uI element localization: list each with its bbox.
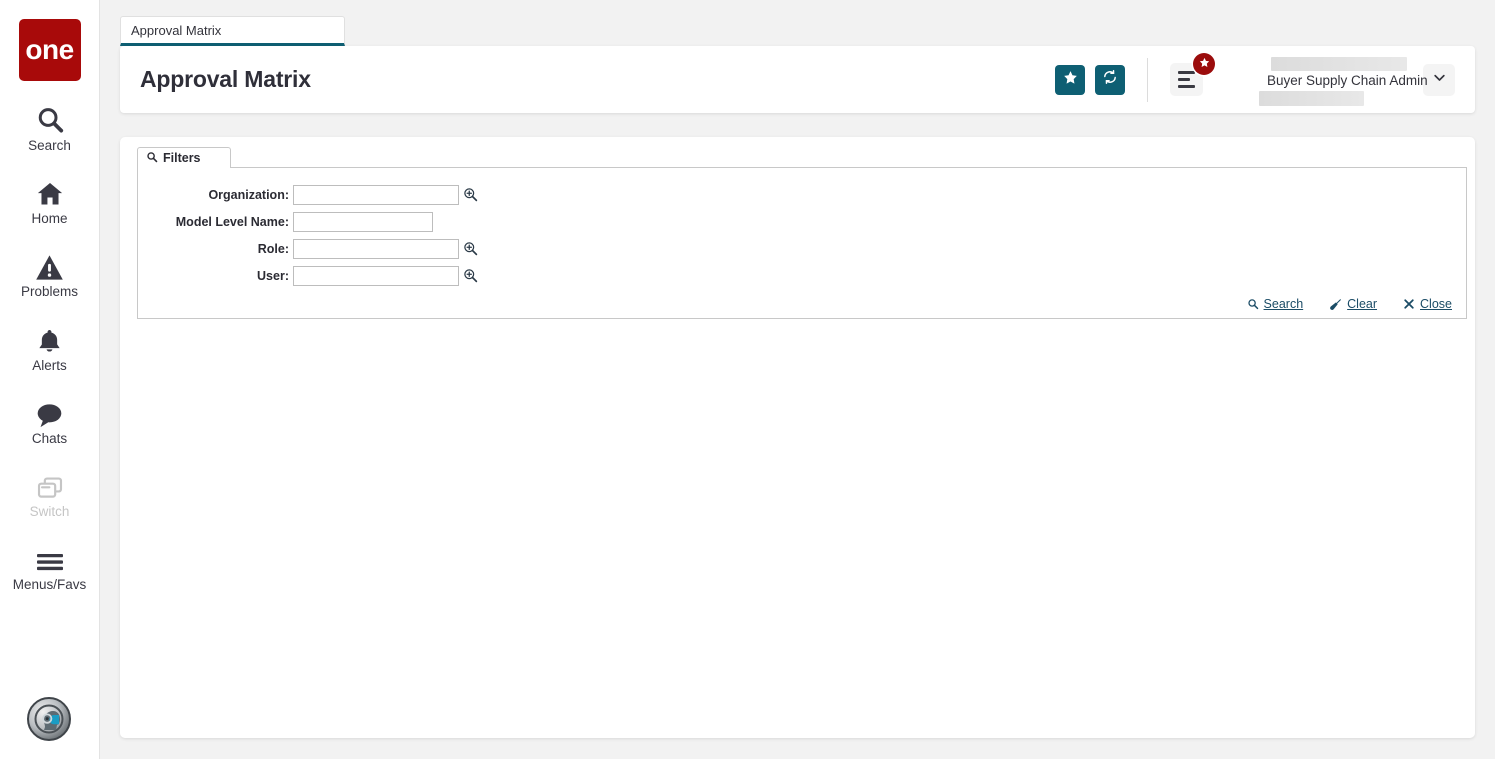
user-menu-button[interactable] bbox=[1423, 64, 1455, 96]
sidebar-item-label: Menus/Favs bbox=[13, 577, 87, 593]
search-icon bbox=[35, 103, 65, 135]
filter-row-user: User: bbox=[138, 263, 1466, 288]
user-input[interactable] bbox=[293, 266, 459, 286]
user-profile[interactable]: Buyer Supply Chain Admin bbox=[1259, 52, 1409, 108]
search-link-label: Search bbox=[1264, 297, 1304, 311]
page-title: Approval Matrix bbox=[140, 66, 311, 93]
filters-body: Organization: Model Level Name: bbox=[137, 167, 1467, 319]
switch-icon bbox=[36, 469, 64, 501]
sidebar-item-label: Switch bbox=[30, 504, 70, 520]
header-actions: Buyer Supply Chain Admin bbox=[1055, 46, 1475, 113]
user-label: User: bbox=[138, 269, 293, 283]
organization-input[interactable] bbox=[293, 185, 459, 205]
left-sidebar: one Search Home Problems bbox=[0, 0, 100, 759]
search-icon bbox=[146, 151, 163, 166]
sidebar-item-label: Search bbox=[28, 138, 71, 154]
sidebar-item-label: Alerts bbox=[32, 358, 67, 374]
filter-actions: Search Clear bbox=[1221, 297, 1452, 311]
sidebar-item-home[interactable]: Home bbox=[0, 176, 100, 227]
chats-icon bbox=[35, 396, 64, 428]
refresh-button[interactable] bbox=[1095, 65, 1125, 95]
page-header: Approval Matrix bbox=[120, 46, 1475, 113]
home-icon bbox=[35, 176, 65, 208]
header-divider bbox=[1147, 58, 1148, 102]
search-link[interactable]: Search bbox=[1247, 297, 1304, 311]
sidebar-item-label: Chats bbox=[32, 431, 67, 447]
broom-icon bbox=[1329, 298, 1342, 311]
close-link[interactable]: Close bbox=[1403, 297, 1452, 311]
filters-tab[interactable]: Filters bbox=[137, 147, 231, 168]
redacted-user-org bbox=[1259, 91, 1364, 106]
sidebar-item-chats[interactable]: Chats bbox=[0, 396, 100, 447]
role-input[interactable] bbox=[293, 239, 459, 259]
main-content-card: Filters Organization: bbox=[120, 137, 1475, 738]
role-lookup-icon[interactable] bbox=[463, 241, 478, 256]
role-label: Role: bbox=[138, 242, 293, 256]
model-level-name-label: Model Level Name: bbox=[138, 215, 293, 229]
search-icon bbox=[1247, 298, 1259, 310]
close-x-icon bbox=[1403, 298, 1415, 310]
star-icon bbox=[1063, 70, 1078, 90]
star-icon bbox=[1199, 55, 1210, 73]
tab-approval-matrix[interactable]: Approval Matrix bbox=[120, 16, 345, 46]
user-lookup-icon[interactable] bbox=[463, 268, 478, 283]
alerts-bell-icon bbox=[36, 323, 63, 355]
filter-row-model-level-name: Model Level Name: bbox=[138, 209, 1466, 234]
clear-link[interactable]: Clear bbox=[1329, 297, 1377, 311]
refresh-icon bbox=[1102, 69, 1118, 90]
one-logo[interactable]: one bbox=[19, 19, 81, 81]
sidebar-item-menus-favs[interactable]: Menus/Favs bbox=[0, 542, 100, 593]
close-link-label: Close bbox=[1420, 297, 1452, 311]
tab-strip: Approval Matrix bbox=[100, 0, 1495, 46]
filter-row-organization: Organization: bbox=[138, 182, 1466, 207]
hamburger-icon bbox=[35, 542, 65, 574]
assistant-avatar[interactable] bbox=[27, 697, 71, 741]
clear-link-label: Clear bbox=[1347, 297, 1377, 311]
chevron-down-icon bbox=[1432, 70, 1447, 90]
favorite-button[interactable] bbox=[1055, 65, 1085, 95]
menus-favs-button[interactable] bbox=[1170, 63, 1203, 96]
favorites-badge bbox=[1193, 53, 1215, 75]
organization-lookup-icon[interactable] bbox=[463, 187, 478, 202]
organization-label: Organization: bbox=[138, 188, 293, 202]
filter-fields: Organization: Model Level Name: bbox=[138, 168, 1466, 288]
redacted-user-name bbox=[1271, 57, 1407, 71]
sidebar-item-switch: Switch bbox=[0, 469, 100, 520]
filters-panel: Filters Organization: bbox=[137, 147, 1467, 322]
sidebar-item-label: Problems bbox=[21, 284, 78, 300]
sidebar-item-label: Home bbox=[31, 211, 67, 227]
logo-text: one bbox=[25, 36, 73, 64]
tab-label: Approval Matrix bbox=[131, 23, 221, 38]
user-role-label: Buyer Supply Chain Admin bbox=[1267, 73, 1428, 88]
sidebar-item-search[interactable]: Search bbox=[0, 103, 100, 154]
model-level-name-input[interactable] bbox=[293, 212, 433, 232]
problems-icon bbox=[35, 249, 64, 281]
sidebar-item-alerts[interactable]: Alerts bbox=[0, 323, 100, 374]
filters-tab-label: Filters bbox=[163, 151, 201, 165]
sidebar-item-problems[interactable]: Problems bbox=[0, 249, 100, 300]
filter-row-role: Role: bbox=[138, 236, 1466, 261]
